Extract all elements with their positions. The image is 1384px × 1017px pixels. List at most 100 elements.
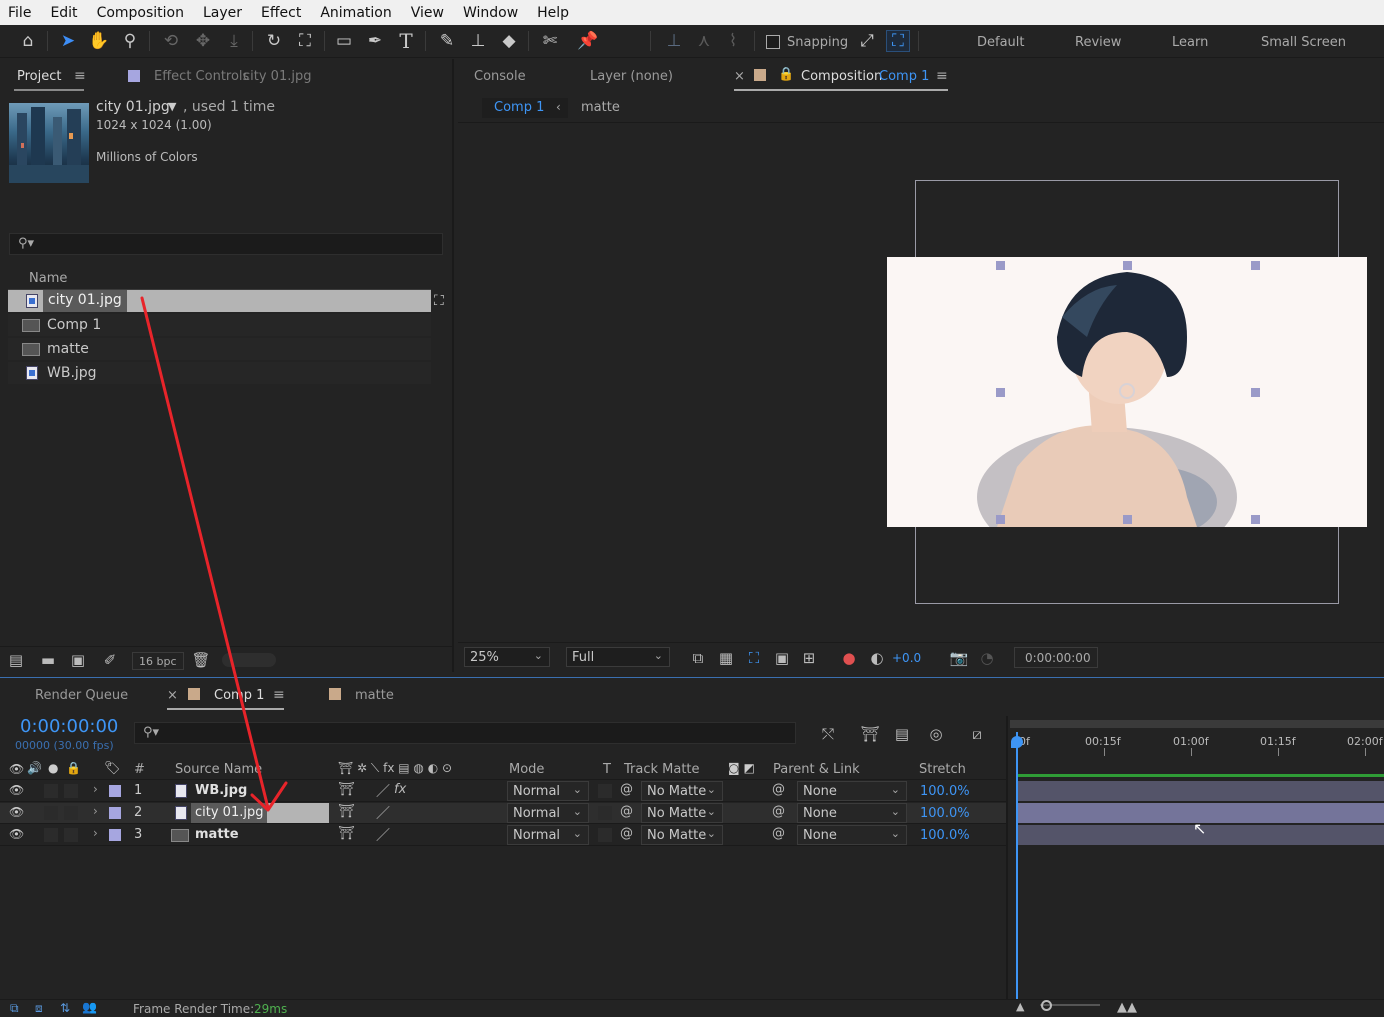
eye-icon[interactable]: 👁 (9, 762, 24, 776)
channels-icon[interactable]: ● (838, 648, 860, 668)
project-settings-icon[interactable]: ✐ (100, 651, 120, 669)
menu-view[interactable]: View (411, 5, 444, 21)
menu-animation[interactable]: Animation (320, 5, 391, 21)
menu-edit[interactable]: Edit (50, 5, 77, 21)
close-icon[interactable]: × (734, 69, 745, 84)
bit-depth-button[interactable]: 16 bpc (132, 652, 184, 670)
work-area-bar[interactable] (1010, 720, 1384, 728)
column-name-header[interactable]: Name (29, 271, 67, 286)
zoom-in-icon[interactable]: ▲▲ (1117, 1000, 1137, 1015)
project-item[interactable]: WB.jpg (8, 362, 431, 384)
tab-layer[interactable]: Layer (none) (590, 69, 673, 84)
panel-menu-icon[interactable]: ≡ (936, 68, 948, 84)
menu-file[interactable]: File (8, 5, 31, 21)
current-time-display[interactable]: 0:00:00:00 (20, 716, 118, 737)
region-of-interest-icon[interactable]: ▣ (771, 648, 793, 668)
wb-layer-image[interactable] (887, 257, 1367, 527)
tab-project[interactable]: Project (17, 69, 61, 84)
effects-fx-icon[interactable]: fx (394, 782, 406, 797)
transform-handle[interactable] (1123, 515, 1132, 524)
tab-timeline-matte[interactable]: matte (355, 688, 394, 703)
graph-editor-icon[interactable]: ⧄ (964, 724, 990, 744)
workspace-learn[interactable]: Learn (1172, 35, 1208, 50)
layer-mode-dropdown[interactable]: Normal ⌄ (507, 781, 589, 801)
workspace-small-screen[interactable]: Small Screen (1261, 35, 1346, 50)
shy-switch-icon[interactable]: ⛩ (338, 826, 355, 841)
zoom-slider-knob[interactable] (1041, 1000, 1052, 1011)
in-out-toggle-icon[interactable]: ⇅ (60, 1001, 70, 1015)
menu-window[interactable]: Window (463, 5, 518, 21)
layer-stretch[interactable]: 100.0% (920, 828, 970, 843)
render-time-toggle-icon[interactable]: 👥 (82, 1000, 97, 1014)
lock-toggle[interactable] (64, 784, 78, 798)
project-item[interactable]: Comp 1 (8, 314, 431, 336)
layer-stretch[interactable]: 100.0% (920, 806, 970, 821)
frame-blending-icon[interactable]: ▤ (889, 724, 915, 744)
layer-name[interactable]: city 01.jpg (191, 803, 268, 823)
audio-icon[interactable]: 🔊 (27, 761, 42, 775)
eye-icon[interactable]: 👁 (9, 805, 24, 819)
quality-switch-icon[interactable]: ／ (376, 825, 390, 845)
workspace-review[interactable]: Review (1075, 35, 1121, 50)
resolution-dropdown[interactable]: Full ⌄ (566, 647, 670, 667)
lock-toggle[interactable] (64, 806, 78, 820)
eye-icon[interactable]: 👁 (9, 827, 24, 841)
rotation-tool-icon[interactable]: ↻ (262, 30, 286, 52)
lock-icon[interactable]: 🔒 (778, 67, 794, 82)
panel-menu-icon[interactable]: ≡ (273, 687, 285, 703)
column-number[interactable]: # (134, 762, 145, 777)
track-matte-dropdown[interactable]: No Matte ⌄ (641, 803, 723, 823)
parent-dropdown[interactable]: None ⌄ (797, 803, 907, 823)
snap-features-icon[interactable]: ⛶ (886, 30, 910, 52)
type-tool-icon[interactable]: T (394, 29, 418, 53)
clone-stamp-tool-icon[interactable]: ⊥ (466, 30, 490, 52)
puppet-tool-icon[interactable]: 📌 (576, 30, 600, 52)
transform-handle[interactable] (996, 388, 1005, 397)
transform-handle[interactable] (1251, 261, 1260, 270)
menu-composition[interactable]: Composition (97, 5, 184, 21)
parent-dropdown[interactable]: None ⌄ (797, 781, 907, 801)
chevron-down-icon[interactable]: ▼ (168, 100, 176, 113)
tab-effect-controls[interactable]: Effect Controls (154, 69, 249, 84)
layer-bar-wb[interactable] (1018, 781, 1384, 801)
menu-effect[interactable]: Effect (261, 5, 301, 21)
preserve-transparency-toggle[interactable] (598, 806, 612, 820)
layer-switches-toggle-icon[interactable]: ⧉ (10, 1001, 19, 1016)
project-item[interactable]: city 01.jpg (8, 290, 431, 312)
layer-name[interactable]: WB.jpg (195, 783, 247, 798)
layer-row[interactable]: 👁 › 3 matte ⛩ ／ Normal ⌄ @ No Matte ⌄ @ No… (0, 825, 1006, 846)
local-axis-icon[interactable]: ⊥ (662, 30, 686, 52)
rectangle-tool-icon[interactable]: ▭ (332, 30, 356, 52)
parent-pickwhip-icon[interactable]: @ (772, 826, 785, 841)
reset-exposure-icon[interactable]: ◐ (866, 648, 888, 668)
flowchart-icon[interactable]: ⛶ (434, 293, 444, 309)
view-axis-icon[interactable]: ⌇ (721, 30, 745, 52)
layer-mode-dropdown[interactable]: Normal ⌄ (507, 803, 589, 823)
zoom-out-icon[interactable]: ▲ (1016, 1000, 1024, 1013)
interpret-footage-icon[interactable]: ▤ (6, 651, 26, 669)
exposure-value[interactable]: +0.0 (892, 651, 921, 665)
dolly-camera-icon[interactable]: ⤓ (222, 30, 246, 52)
transparency-grid-icon[interactable]: ▦ (715, 648, 737, 668)
solo-toggle[interactable] (44, 828, 58, 842)
snap-edges-icon[interactable]: ⤢ (855, 30, 879, 52)
new-composition-icon[interactable]: ▣ (68, 651, 88, 669)
zoom-tool-icon[interactable]: ⚲ (118, 30, 142, 52)
project-search-input[interactable]: ⚲▾ (9, 233, 443, 255)
new-folder-icon[interactable]: ▬ (38, 651, 58, 669)
layer-mode-dropdown[interactable]: Normal ⌄ (507, 825, 589, 845)
grid-guides-icon[interactable]: ⊞ (798, 648, 820, 668)
magnification-dropdown[interactable]: 25% ⌄ (464, 647, 550, 667)
tab-timeline-comp1[interactable]: Comp 1 (214, 688, 264, 703)
lock-icon[interactable]: 🔒 (66, 761, 81, 775)
tab-render-queue[interactable]: Render Queue (35, 688, 128, 703)
layer-row[interactable]: 👁 › 1 WB.jpg ⛩ ／ fx Normal ⌄ @ No Matte ⌄ … (0, 781, 1006, 802)
column-mode[interactable]: Mode (509, 762, 544, 777)
column-source-name[interactable]: Source Name (175, 762, 262, 777)
preserve-transparency-toggle[interactable] (598, 784, 612, 798)
layer-stretch[interactable]: 100.0% (920, 784, 970, 799)
pickwhip-icon[interactable]: @ (620, 782, 633, 797)
snapping-checkbox[interactable] (766, 35, 780, 49)
close-icon[interactable]: × (167, 688, 178, 703)
transform-handle[interactable] (1251, 515, 1260, 524)
